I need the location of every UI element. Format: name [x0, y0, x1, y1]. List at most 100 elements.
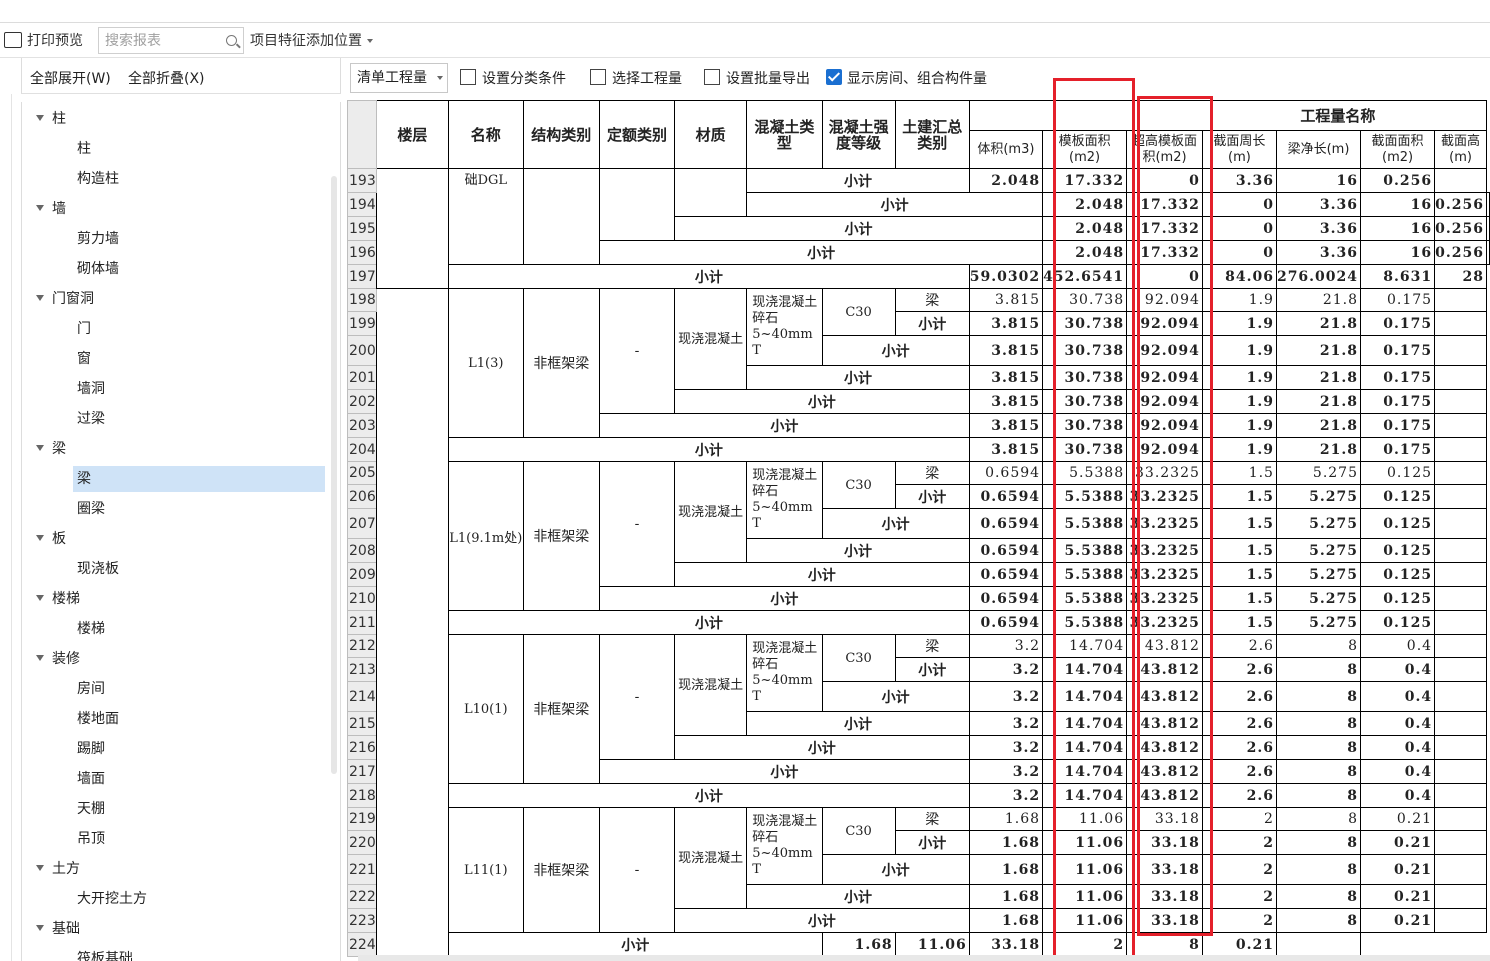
tree-item[interactable]: 吊顶 [22, 826, 105, 852]
value-cell: 92.094 [1126, 335, 1203, 366]
tree-item[interactable]: 剪力墙 [22, 226, 119, 252]
value-cell: 5.275 [1275, 562, 1362, 587]
value-cell: 0 [1201, 216, 1277, 241]
value-cell: 1.9 [1201, 288, 1277, 312]
tree-item[interactable]: 砌体墙 [22, 256, 119, 282]
value-cell: 0.6594 [968, 586, 1044, 611]
set-classification-button[interactable]: 设置分类条件 [460, 68, 566, 88]
batch-export-button[interactable]: 设置批量导出 [704, 68, 810, 88]
value-cell: 8 [1275, 657, 1362, 682]
value-cell: 84.06 [1201, 264, 1277, 289]
tree-item[interactable]: 过梁 [22, 406, 105, 432]
tree-category[interactable]: 基础 [22, 916, 80, 942]
value-cell: 2.6 [1201, 783, 1277, 808]
tree-item[interactable]: 房间 [22, 676, 105, 702]
checkbox-checked-icon[interactable] [826, 69, 842, 85]
tree-item[interactable]: 现浇板 [22, 556, 119, 582]
table-row: 218 小计 3.2 14.704 43.812 2.6 8 0.4 [347, 783, 1490, 808]
tree-category[interactable]: 墙 [22, 196, 66, 222]
header-qty-col: 体积(m3) [968, 130, 1044, 169]
value-cell: 33.18 [968, 932, 1044, 957]
report-search-input[interactable] [103, 31, 219, 51]
value-cell: 1.9 [1201, 389, 1277, 414]
chevron-down-icon[interactable] [36, 595, 44, 601]
chevron-down-icon[interactable] [36, 295, 44, 301]
print-preview-icon [4, 32, 22, 48]
subtotal-cell: 小计 [599, 586, 970, 611]
material-cell: 现浇混凝土 [673, 461, 748, 563]
value-cell: 43.812 [1126, 735, 1203, 760]
tree-item[interactable]: 大开挖土方 [22, 886, 147, 912]
print-preview-button[interactable]: 打印预览 [4, 30, 83, 52]
tree-category[interactable]: 土方 [22, 856, 80, 882]
row-number: 221 [347, 854, 377, 885]
tree-item[interactable]: 梁 [73, 466, 325, 492]
subtotal-cell: 小计 [448, 610, 970, 635]
row-number: 224 [347, 932, 377, 957]
tree-category[interactable]: 柱 [22, 106, 66, 132]
tree-item-label: 墙洞 [77, 381, 105, 397]
value-cell: 3.36 [1201, 168, 1277, 193]
header-qty-col: 截面高(m) [1434, 130, 1487, 169]
value-cell: 30.738 [1042, 335, 1128, 366]
header-struct-type: 结构类别 [522, 100, 601, 169]
chevron-down-icon[interactable] [36, 925, 44, 931]
tree-item-label: 现浇板 [77, 561, 119, 577]
tree-scrollbar[interactable] [331, 176, 337, 774]
tree-item[interactable]: 天棚 [22, 796, 105, 822]
tree-item[interactable]: 楼地面 [22, 706, 119, 732]
feature-position-dropdown[interactable]: 项目特征添加位置 [250, 30, 373, 52]
quota-cell: - [599, 807, 675, 933]
tree-item[interactable]: 窗 [22, 346, 91, 372]
tree-item[interactable]: 构造柱 [22, 166, 119, 192]
tree-item[interactable]: 门 [22, 316, 91, 342]
subtotal-cell: 小计 [821, 508, 970, 539]
value-cell: 17.332 [1042, 168, 1128, 193]
tree-category[interactable]: 梁 [22, 436, 66, 462]
value-cell: 21.8 [1275, 288, 1362, 312]
row-number: 201 [347, 365, 377, 390]
value-cell: 0.175 [1360, 389, 1436, 414]
tree-category[interactable]: 楼梯 [22, 586, 80, 612]
tree-item[interactable]: 墙洞 [22, 376, 105, 402]
collapse-all-button[interactable]: 全部折叠(X) [128, 68, 205, 88]
horizontal-scrollbar[interactable] [358, 955, 1490, 961]
chevron-down-icon[interactable] [36, 115, 44, 121]
chevron-down-icon[interactable] [36, 535, 44, 541]
floor-cell [375, 168, 450, 289]
tree-item[interactable]: 墙面 [22, 766, 105, 792]
quantity-type-select[interactable]: 清单工程量 [350, 63, 448, 93]
value-cell: 8 [1275, 783, 1362, 808]
tree-item-label: 构造柱 [77, 171, 119, 187]
select-quantity-button[interactable]: 选择工程量 [590, 68, 682, 88]
tree-category[interactable]: 门窗洞 [22, 286, 94, 312]
value-cell: 0 [1126, 168, 1203, 193]
tree-item[interactable]: 踢脚 [22, 736, 105, 762]
concrete-type-cell: 现浇混凝土 碎石5~40mm T [746, 461, 823, 539]
chevron-down-icon[interactable] [36, 865, 44, 871]
header-concrete-grade: 混凝土强度等级 [821, 100, 896, 169]
header-qty-col: 超高模板面积(m2) [1126, 130, 1203, 169]
tree-item[interactable]: 圈梁 [22, 496, 105, 522]
value-cell: 5.275 [1275, 508, 1362, 539]
show-room-checkbox[interactable]: 显示房间、组合构件量 [826, 68, 987, 88]
value-cell [1434, 389, 1487, 414]
value-cell: 8.631 [1360, 264, 1436, 289]
tree-category[interactable]: 板 [22, 526, 66, 552]
value-cell: 2.048 [1042, 216, 1128, 241]
report-search-box[interactable] [98, 27, 244, 54]
row-number: 223 [347, 908, 377, 933]
value-cell [1434, 413, 1487, 438]
value-cell: 2.048 [1042, 192, 1128, 217]
value-cell: 3.2 [968, 711, 1044, 736]
expand-all-button[interactable]: 全部展开(W) [30, 68, 111, 88]
tree-item[interactable]: 楼梯 [22, 616, 105, 642]
tree-item[interactable]: 柱 [22, 136, 91, 162]
value-cell: 3.36 [1275, 216, 1362, 241]
tree-category[interactable]: 装修 [22, 646, 80, 672]
tree-item[interactable]: 筏板基础 [22, 946, 133, 961]
chevron-down-icon[interactable] [36, 445, 44, 451]
search-icon[interactable] [226, 35, 237, 46]
chevron-down-icon[interactable] [36, 205, 44, 211]
chevron-down-icon[interactable] [36, 655, 44, 661]
